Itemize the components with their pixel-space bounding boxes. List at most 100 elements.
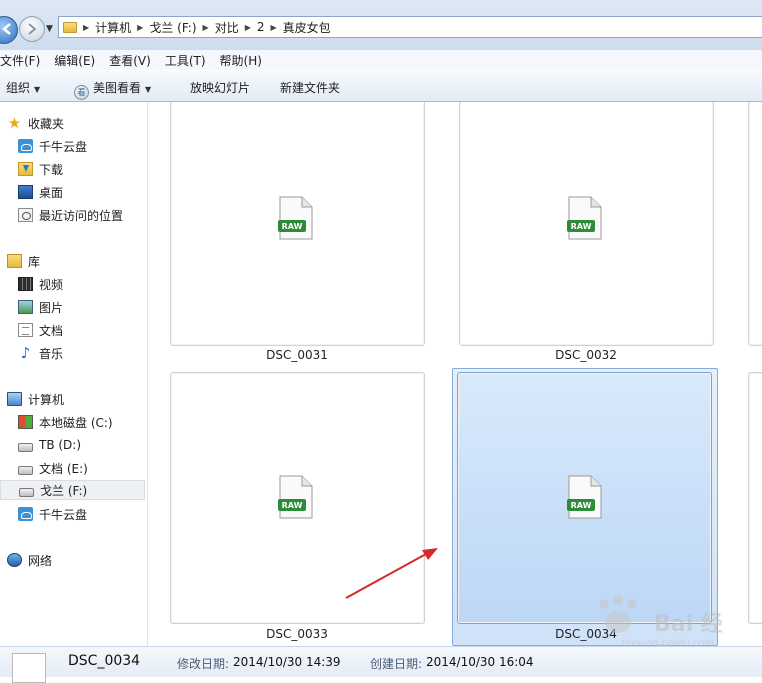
nav-label: 图片 — [39, 300, 64, 315]
menu-help[interactable]: 帮助(H) — [220, 52, 262, 69]
chevron-right-icon[interactable]: ▶ — [271, 23, 277, 32]
nav-favorites[interactable]: ★ 收藏夹 — [7, 113, 64, 133]
raw-file-icon: RAW — [278, 196, 313, 240]
nav-qianniu-cloud-2[interactable]: 千牛云盘 — [18, 504, 87, 524]
file-tile-partial[interactable] — [748, 102, 762, 346]
nav-label: 文档 — [39, 323, 64, 338]
documents-library-icon — [18, 323, 33, 337]
nav-drive-c[interactable]: 本地磁盘 (C:) — [18, 412, 113, 432]
star-icon: ★ — [7, 114, 22, 132]
svg-text:RAW: RAW — [282, 222, 303, 231]
chevron-down-icon: ▼ — [34, 85, 41, 94]
breadcrumb-drive-f[interactable]: 戈兰 (F:) — [149, 19, 196, 36]
menu-view[interactable]: 查看(V) — [109, 52, 151, 69]
nav-label: 千牛云盘 — [39, 507, 88, 522]
nav-desktop[interactable]: 桌面 — [18, 182, 63, 202]
raw-file-icon: RAW — [567, 196, 602, 240]
svg-text:RAW: RAW — [571, 222, 592, 231]
nav-drive-f[interactable]: 戈兰 (F:) — [0, 480, 145, 500]
nav-music[interactable]: ♪ 音乐 — [18, 343, 63, 363]
back-button[interactable] — [0, 16, 18, 44]
nav-label: 最近访问的位置 — [39, 208, 124, 223]
nav-label: 计算机 — [28, 392, 65, 407]
hard-drive-icon — [18, 465, 33, 475]
meitu-label: 美图看看 — [93, 81, 142, 95]
modified-date-label: 修改日期: — [177, 657, 230, 671]
library-icon — [7, 254, 22, 268]
new-folder-button[interactable]: 新建文件夹 — [280, 79, 340, 96]
cloud-drive-icon — [18, 139, 33, 153]
menu-bar: 文件(F) 编辑(E) 查看(V) 工具(T) 帮助(H) — [0, 50, 762, 70]
nav-downloads[interactable]: 下载 — [18, 159, 63, 179]
nav-libraries[interactable]: 库 — [7, 251, 40, 271]
hard-drive-icon — [18, 442, 33, 452]
file-thumbnail-icon — [12, 653, 46, 683]
chevron-right-icon[interactable]: ▶ — [83, 23, 89, 32]
menu-tools[interactable]: 工具(T) — [165, 52, 206, 69]
nav-label: 音乐 — [39, 346, 64, 361]
meitu-app-icon: 看 — [74, 85, 89, 100]
details-file-name: DSC_0034 — [68, 653, 141, 669]
network-icon — [7, 553, 22, 567]
recent-places-icon — [18, 208, 33, 222]
chevron-right-icon[interactable]: ▶ — [203, 23, 209, 32]
nav-label: 收藏夹 — [28, 116, 65, 131]
nav-label: 千牛云盘 — [39, 139, 88, 154]
annotation-arrow — [345, 548, 438, 599]
menu-edit[interactable]: 编辑(E) — [54, 52, 95, 69]
nav-computer[interactable]: 计算机 — [7, 389, 64, 409]
breadcrumb-computer[interactable]: 计算机 — [95, 19, 131, 36]
music-note-icon: ♪ — [20, 344, 31, 362]
menu-file[interactable]: 文件(F) — [0, 52, 40, 69]
nav-label: 戈兰 (F:) — [40, 483, 88, 498]
recent-pages-dropdown-icon[interactable]: ▼ — [46, 24, 53, 34]
chevron-right-icon[interactable]: ▶ — [137, 23, 143, 32]
breadcrumb-compare[interactable]: 对比 — [215, 19, 239, 36]
nav-drive-d[interactable]: TB (D:) — [18, 435, 81, 455]
pictures-library-icon — [18, 300, 33, 314]
nav-documents[interactable]: 文档 — [18, 320, 63, 340]
created-date-value: 2014/10/30 16:04 — [426, 655, 534, 669]
chevron-right-icon[interactable]: ▶ — [245, 23, 251, 32]
computer-icon — [7, 392, 22, 406]
address-box[interactable]: ▶ 计算机 ▶ 戈兰 (F:) ▶ 对比 ▶ 2 ▶ 真皮女包 — [58, 16, 762, 38]
slideshow-button[interactable]: 放映幻灯片 — [190, 79, 250, 96]
desktop-icon — [18, 185, 33, 199]
breadcrumb-2[interactable]: 2 — [257, 20, 265, 34]
svg-text:RAW: RAW — [571, 501, 592, 510]
command-toolbar: 组织 ▼ 看美图看看 ▼ 放映幻灯片 新建文件夹 — [0, 70, 762, 102]
cloud-drive-icon — [18, 507, 33, 521]
paw-logo-icon — [599, 595, 637, 633]
nav-recent-places[interactable]: 最近访问的位置 — [18, 205, 123, 225]
address-bar-row: ▼ ▶ 计算机 ▶ 戈兰 (F:) ▶ 对比 ▶ 2 ▶ 真皮女包 — [0, 0, 762, 50]
file-name-label: DSC_0031 — [266, 348, 328, 362]
baidu-watermark: Bai 经验 jingyan.baidu.com — [588, 594, 738, 669]
navigation-pane: ★ 收藏夹 千牛云盘 下载 桌面 最近访问的位置 库 视频 图片 文档 ♪ 音乐 计… — [0, 102, 148, 646]
nav-videos[interactable]: 视频 — [18, 274, 63, 294]
svg-text:RAW: RAW — [282, 501, 303, 510]
meitu-view-button[interactable]: 看美图看看 ▼ — [74, 79, 151, 100]
nav-label: 本地磁盘 (C:) — [39, 415, 113, 430]
file-list-area[interactable]: RAW RAW RAW RAW DSC_0031 DSC_0032 DSC_00… — [148, 102, 762, 646]
chevron-down-icon: ▼ — [145, 85, 152, 94]
nav-label: 下载 — [39, 162, 64, 177]
nav-label: 桌面 — [39, 185, 64, 200]
organize-button[interactable]: 组织 ▼ — [6, 79, 40, 96]
forward-arrow-icon — [28, 23, 37, 35]
nav-network[interactable]: 网络 — [7, 550, 52, 570]
organize-label: 组织 — [6, 81, 31, 95]
file-name-label: DSC_0032 — [555, 348, 617, 362]
breadcrumb-current-folder[interactable]: 真皮女包 — [283, 19, 331, 36]
raw-file-icon: RAW — [567, 475, 602, 519]
file-tile-partial-2[interactable] — [748, 372, 762, 624]
raw-file-icon: RAW — [278, 475, 313, 519]
nav-label: 网络 — [28, 553, 53, 568]
windows-drive-icon — [18, 415, 33, 429]
nav-pictures[interactable]: 图片 — [18, 297, 63, 317]
nav-drive-e[interactable]: 文档 (E:) — [18, 458, 88, 478]
forward-button[interactable] — [19, 16, 45, 42]
file-name-label: DSC_0033 — [266, 627, 328, 641]
folder-icon — [63, 21, 77, 33]
modified-date-value: 2014/10/30 14:39 — [233, 655, 341, 669]
nav-qianniu-cloud[interactable]: 千牛云盘 — [18, 136, 87, 156]
